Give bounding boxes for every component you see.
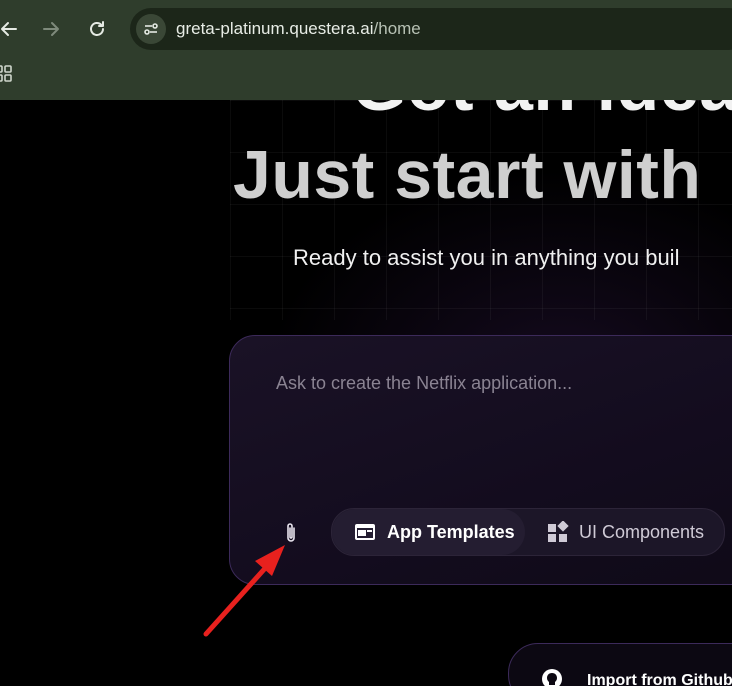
tab-app-templates-label: App Templates [387,521,515,542]
tab-ui-components[interactable]: UI Components [532,509,722,555]
browser-toolbar: greta-platinum.questera.ai/home [0,0,732,100]
url-path: /home [373,19,421,38]
back-arrow-icon[interactable] [0,14,24,44]
import-github-button[interactable]: Import from Github [508,643,732,686]
paperclip-icon[interactable] [280,518,302,548]
components-icon [547,521,569,542]
url-text[interactable]: greta-platinum.questera.ai/home [176,19,421,39]
template-tabs: App Templates UI Components [331,508,725,556]
site-settings-icon[interactable] [136,14,166,44]
apps-grid-icon[interactable] [0,64,16,84]
github-icon [541,668,563,686]
headline: Just start with [233,137,702,213]
app-window-icon [354,522,376,542]
tab-app-templates[interactable]: App Templates [332,509,525,555]
subtitle: Ready to assist you in anything you buil [293,245,680,270]
url-domain: greta-platinum.questera.ai [176,19,374,38]
prompt-card: App Templates UI Components [229,335,732,585]
address-bar[interactable]: greta-platinum.questera.ai/home [130,8,732,50]
prompt-input[interactable] [276,369,732,397]
forward-arrow-icon[interactable] [36,14,66,44]
headline-partial: Got an idea [352,100,732,126]
page-content: Got an idea Just start with Ready to ass… [0,100,732,686]
import-github-label: Import from Github [587,672,732,686]
reload-icon[interactable] [82,14,112,44]
tab-ui-components-label: UI Components [579,521,705,542]
